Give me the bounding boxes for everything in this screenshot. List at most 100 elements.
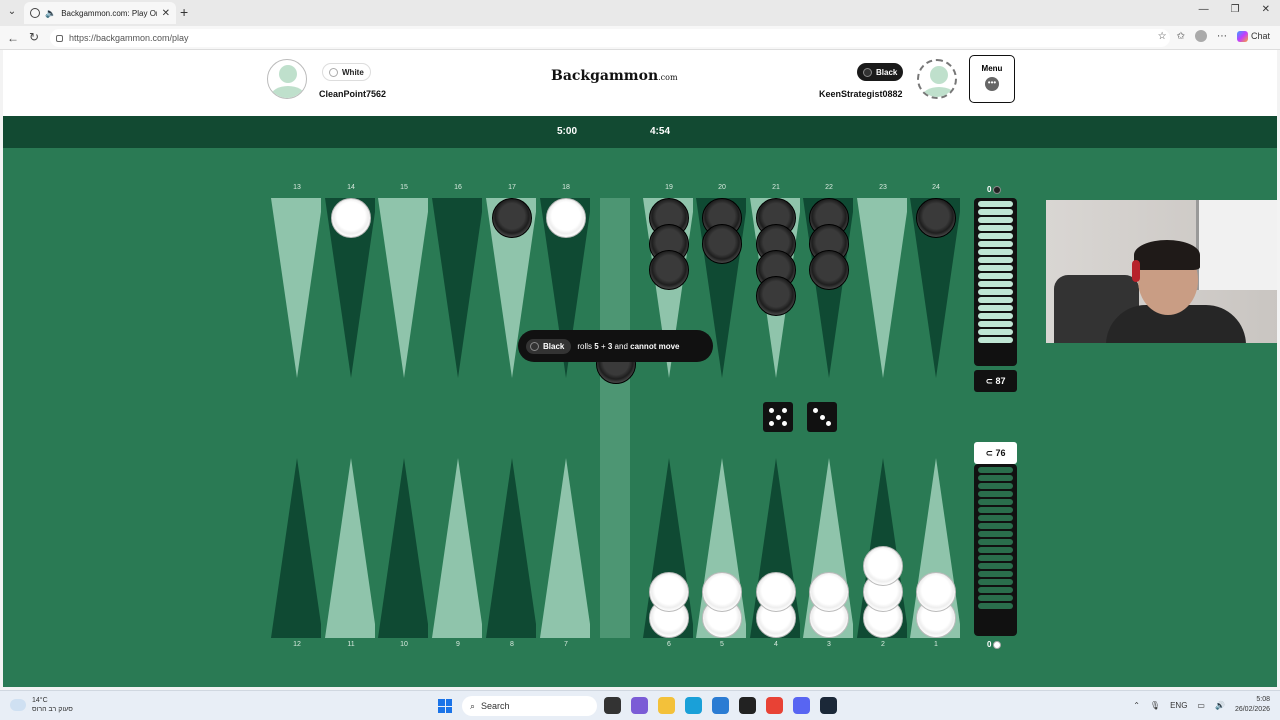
white-checker[interactable] xyxy=(916,572,956,612)
game-header: White CleanPoint7562 Backgammon.com Blac… xyxy=(3,50,1277,116)
copilot-chat-button[interactable]: Chat xyxy=(1236,30,1270,42)
white-checker[interactable] xyxy=(809,572,849,612)
black-color-label: Black xyxy=(876,67,898,77)
edge-icon[interactable] xyxy=(685,697,702,714)
point-7[interactable] xyxy=(540,458,590,638)
site-logo[interactable]: Backgammon.com xyxy=(551,68,678,84)
taskbar-clock[interactable]: 5:08 26/02/2026 xyxy=(1235,695,1270,715)
close-tab-icon[interactable]: ✕ xyxy=(162,8,170,19)
tray-slot xyxy=(978,305,1013,311)
task-view-icon[interactable] xyxy=(604,697,621,714)
more-dots-icon[interactable]: ⋯ xyxy=(1217,31,1227,42)
point-number-7: 7 xyxy=(564,641,568,648)
webcam-overlay xyxy=(1046,200,1277,343)
white-checker[interactable] xyxy=(546,198,586,238)
point-8[interactable] xyxy=(486,458,536,638)
reload-icon[interactable]: ↻ xyxy=(29,30,39,44)
menu-button[interactable]: Menu ••• xyxy=(969,55,1015,103)
windows-start-icon[interactable] xyxy=(438,699,452,713)
point-number-2: 2 xyxy=(881,641,885,648)
store-icon[interactable] xyxy=(712,697,729,714)
taskbar-search[interactable]: ⌕ Search xyxy=(462,696,597,716)
point-11[interactable] xyxy=(325,458,375,638)
date: 26/02/2026 xyxy=(1234,706,1270,713)
microphone-icon[interactable]: 🎙 xyxy=(1150,701,1160,710)
app-icon[interactable] xyxy=(739,697,756,714)
point-number-10: 10 xyxy=(400,641,408,648)
white-bearoff-tray[interactable] xyxy=(974,464,1017,636)
black-username[interactable]: KeenStrategist0882 xyxy=(819,89,903,99)
black-bearoff-tray[interactable] xyxy=(974,198,1017,366)
chrome-icon[interactable] xyxy=(766,697,783,714)
point-15[interactable] xyxy=(378,198,428,378)
die-1[interactable] xyxy=(763,402,793,432)
point-10[interactable] xyxy=(378,458,428,638)
black-checker[interactable] xyxy=(809,250,849,290)
restore-icon[interactable]: ❐ xyxy=(1231,4,1240,15)
tray-slot xyxy=(978,265,1013,271)
tray-slot xyxy=(978,579,1013,585)
display-icon[interactable]: ▭ xyxy=(1197,701,1205,710)
close-window-icon[interactable]: ✕ xyxy=(1262,4,1270,15)
white-checker[interactable] xyxy=(702,572,742,612)
tray-slot xyxy=(978,547,1013,553)
white-checker[interactable] xyxy=(863,546,903,586)
tray-slot xyxy=(978,201,1013,207)
weather-widget[interactable]: 14°C סעוק רב הרוס xyxy=(10,696,73,714)
tray-slot xyxy=(978,507,1013,513)
black-checker[interactable] xyxy=(756,276,796,316)
url-field[interactable]: https://backgammon.com/play xyxy=(50,29,1170,47)
point-12[interactable] xyxy=(271,458,321,638)
point-number-23: 23 xyxy=(879,184,887,191)
tray-chevron-icon[interactable]: ⌃ xyxy=(1133,701,1140,710)
browser-tab[interactable]: 🔈 Backgammon.com: Play Onlin ✕ xyxy=(24,2,176,24)
point-23[interactable] xyxy=(857,198,907,378)
white-checker[interactable] xyxy=(649,572,689,612)
white-checker[interactable] xyxy=(756,572,796,612)
white-pip-count: ⊂ 76 xyxy=(974,442,1017,464)
file-explorer-icon[interactable] xyxy=(658,697,675,714)
point-number-3: 3 xyxy=(827,641,831,648)
point-number-16: 16 xyxy=(454,184,462,191)
teams-icon[interactable] xyxy=(631,697,648,714)
point-number-6: 6 xyxy=(667,641,671,648)
toast-player-badge: Black xyxy=(526,338,572,354)
point-number-5: 5 xyxy=(720,641,724,648)
backgammon-board[interactable]: 0 ⊂ 87 ⊂ 76 0 13 14 15 16 17 18 19 20 21 22 23 24 12… xyxy=(3,148,1277,687)
white-username[interactable]: CleanPoint7562 xyxy=(319,89,386,99)
black-player-avatar[interactable] xyxy=(917,59,957,99)
back-arrow-icon[interactable]: ← xyxy=(7,31,19,45)
point-13[interactable] xyxy=(271,198,321,378)
black-checker[interactable] xyxy=(702,224,742,264)
discord-icon[interactable] xyxy=(793,697,810,714)
speaker-icon[interactable]: 🔈 xyxy=(45,8,56,19)
profile-avatar-icon[interactable] xyxy=(1194,30,1207,42)
die-2[interactable] xyxy=(807,402,837,432)
new-tab-plus-icon[interactable]: + xyxy=(180,5,188,19)
board-bar[interactable] xyxy=(600,198,630,638)
black-mini-chip-icon xyxy=(993,185,1002,194)
die-pip xyxy=(782,421,787,426)
time: 5:08 xyxy=(1256,696,1270,703)
favorites-icon[interactable]: ✩ xyxy=(1177,31,1185,42)
tray-slot xyxy=(978,571,1013,577)
white-player-avatar[interactable] xyxy=(267,59,307,99)
tray-slot xyxy=(978,595,1013,601)
favorite-star-icon[interactable]: ☆ xyxy=(1158,31,1167,42)
volume-icon[interactable]: 🔊 xyxy=(1215,701,1225,710)
tab-list-chevron-icon[interactable]: ⌄ xyxy=(4,4,20,20)
black-color-tag: Black xyxy=(857,63,904,81)
black-checker[interactable] xyxy=(649,250,689,290)
tray-slot xyxy=(978,329,1013,335)
black-checker[interactable] xyxy=(492,198,532,238)
steam-icon[interactable] xyxy=(820,697,837,714)
minimize-icon[interactable]: — xyxy=(1199,4,1209,15)
tray-slot xyxy=(978,257,1013,263)
tray-slot xyxy=(978,531,1013,537)
language-indicator[interactable]: ENG xyxy=(1170,701,1187,710)
white-checker[interactable] xyxy=(331,198,371,238)
point-16[interactable] xyxy=(432,198,482,378)
black-checker[interactable] xyxy=(916,198,956,238)
point-9[interactable] xyxy=(432,458,482,638)
point-number-18: 18 xyxy=(562,184,570,191)
